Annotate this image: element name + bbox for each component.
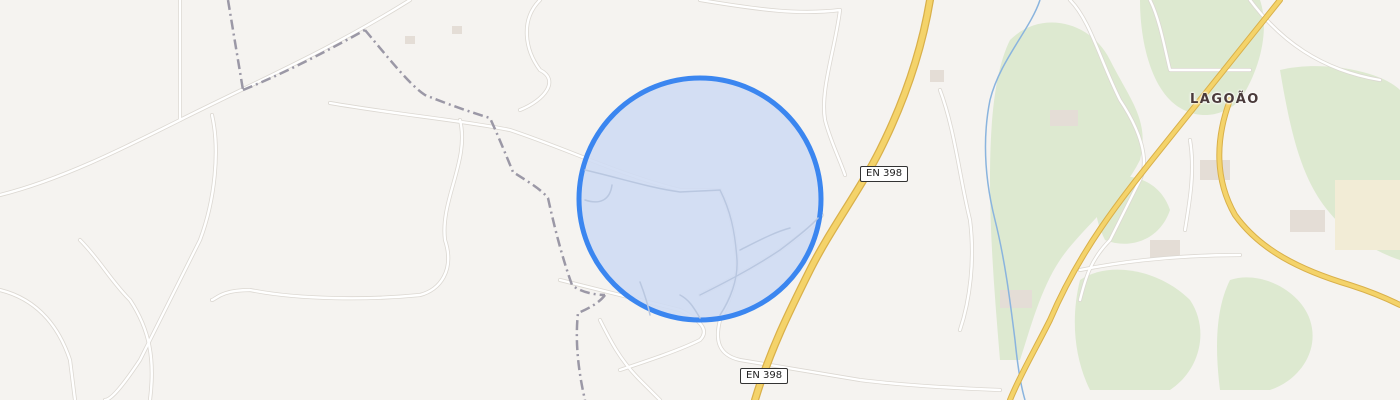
place-label-lagoao[interactable]: LAGOÃO [1190, 92, 1260, 107]
road-shield-en398: EN 398 [740, 368, 789, 384]
map-canvas[interactable]: EN 398 EN 398 LAGOÃO [0, 0, 1400, 400]
farmland-area [1335, 180, 1400, 250]
search-radius-circle[interactable] [576, 75, 824, 323]
road-shield-en398: EN 398 [860, 166, 909, 182]
map-layer [0, 0, 1400, 400]
